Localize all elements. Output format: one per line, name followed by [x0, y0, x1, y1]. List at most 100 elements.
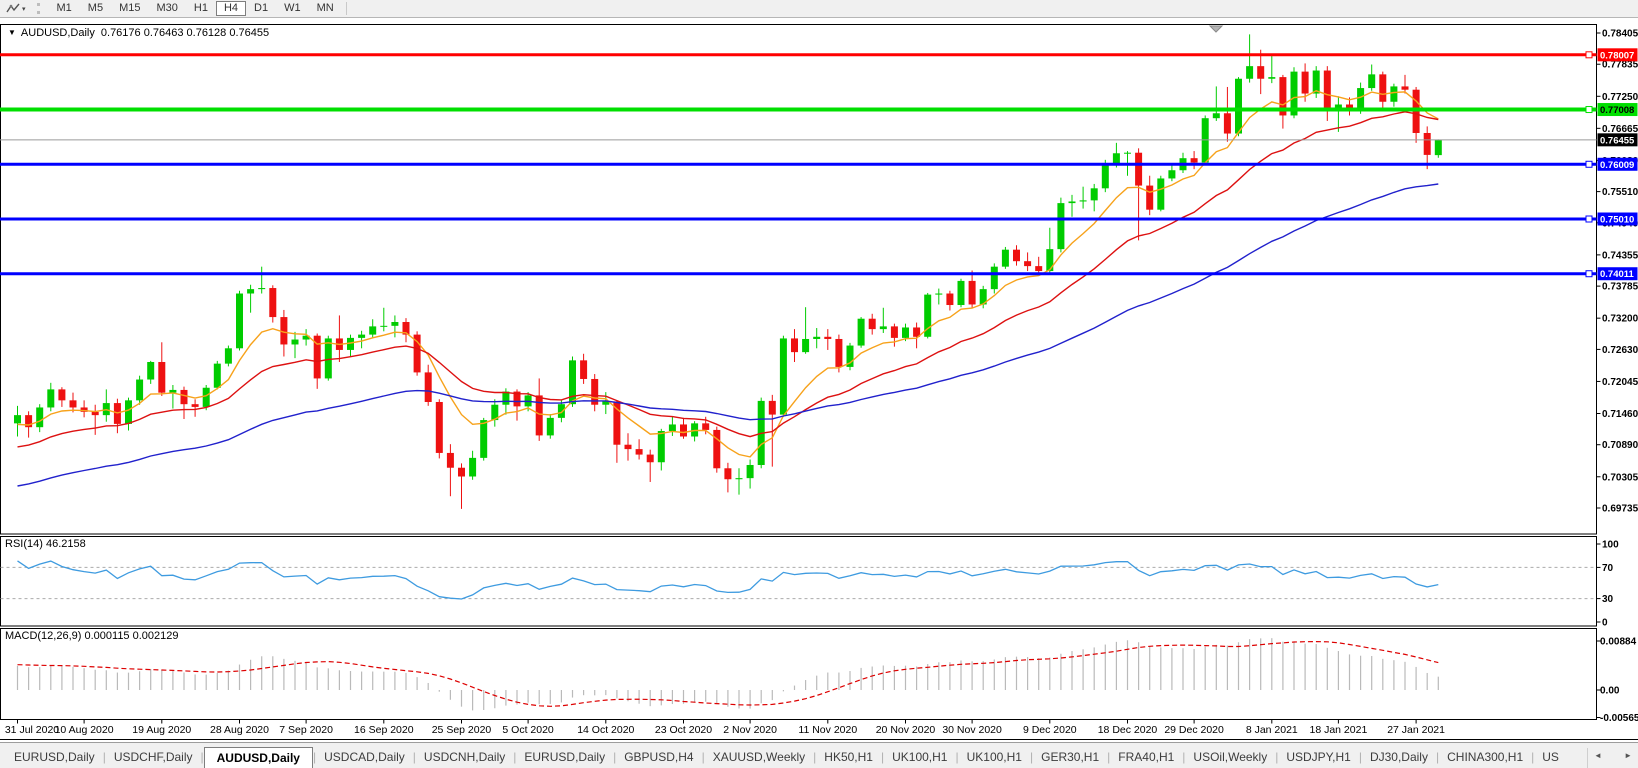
candle-body	[625, 445, 632, 449]
price-tick-label: 0.71460	[1602, 409, 1638, 420]
candle-body	[536, 395, 543, 435]
candle-body	[1379, 74, 1386, 101]
tab-scroll-right-icon[interactable]: ►	[1624, 751, 1632, 760]
candle-body	[469, 458, 476, 477]
chart-tab-FRA40-H1[interactable]: FRA40,H1	[1110, 747, 1182, 768]
chart-tab-EURUSD-Daily[interactable]: EURUSD,Daily	[6, 747, 103, 768]
chart-tab-HK50-H1[interactable]: HK50,H1	[816, 747, 881, 768]
price-tick-label: 0.78405	[1602, 29, 1638, 40]
candle-body	[47, 389, 54, 407]
chart-tab-UK100-H1[interactable]: UK100,H1	[884, 747, 955, 768]
candle-body	[1135, 153, 1142, 186]
candle-body	[1168, 170, 1175, 178]
chart-tab-CHINA300-H1[interactable]: CHINA300,H1	[1439, 747, 1531, 768]
candle-body	[358, 335, 365, 338]
chart-ohlc-values: 0.76176 0.76463 0.76128 0.76455	[101, 27, 269, 39]
timeframe-button-H4[interactable]: H4	[216, 1, 246, 16]
price-tick-label: 0.72630	[1602, 345, 1638, 356]
candle-body	[1191, 158, 1198, 162]
price-chart: 0.784050.778350.772500.766650.760800.755…	[0, 0, 1638, 768]
candle-body	[292, 340, 299, 345]
hline-handle[interactable]	[1586, 216, 1592, 222]
rsi-tick-label: 100	[1602, 540, 1619, 551]
macd-name: MACD(12,26,9)	[5, 630, 81, 642]
candle-body	[580, 360, 587, 379]
date-tick-label: 28 Aug 2020	[210, 724, 269, 736]
chart-tab-USDJPY-H1[interactable]: USDJPY,H1	[1278, 747, 1358, 768]
timeframe-button-W1[interactable]: W1	[276, 1, 309, 16]
timeframe-button-MN[interactable]: MN	[309, 1, 342, 16]
chart-tab-XAUUSD-Weekly[interactable]: XAUUSD,Weekly	[705, 747, 813, 768]
hline-handle[interactable]	[1586, 161, 1592, 167]
candle-body	[258, 288, 265, 289]
chart-tab-USOil-Weekly[interactable]: USOil,Weekly	[1185, 747, 1275, 768]
chart-symbol-label: AUDUSD,Daily	[21, 27, 95, 39]
macd-tick-label: 0.00	[1600, 686, 1620, 697]
rsi-pane	[1, 537, 1597, 627]
chart-tab-AUDUSD-Daily[interactable]: AUDUSD,Daily	[204, 747, 313, 768]
candle-body	[813, 337, 820, 339]
svg-text:0.75010: 0.75010	[1600, 215, 1634, 226]
chevron-down-icon[interactable]: ▾	[22, 5, 26, 13]
candle-body	[1257, 66, 1264, 79]
hline-handle[interactable]	[1586, 107, 1592, 113]
chart-tool-button[interactable]: ▾	[3, 1, 29, 16]
candle-body	[192, 404, 199, 407]
candle-body	[1268, 77, 1275, 79]
candle-body	[1069, 201, 1076, 203]
candle-body	[680, 424, 687, 436]
tab-scroll-left-icon[interactable]: ◄	[1594, 751, 1602, 760]
date-tick-label: 19 Aug 2020	[132, 724, 191, 736]
candle-body	[1246, 66, 1253, 79]
timeframe-button-M30[interactable]: M30	[148, 1, 185, 16]
date-tick-label: 29 Dec 2020	[1164, 724, 1224, 736]
toolbar-separator	[346, 2, 347, 15]
chart-tab-EURUSD-Daily[interactable]: EURUSD,Daily	[516, 747, 613, 768]
candle-body	[1046, 249, 1053, 271]
candle-body	[780, 338, 787, 414]
candle-body	[1057, 203, 1064, 249]
timeframe-button-M1[interactable]: M1	[49, 1, 80, 16]
candle-body	[214, 364, 221, 388]
chart-tab-UK100-H1[interactable]: UK100,H1	[959, 747, 1030, 768]
timeframe-button-M5[interactable]: M5	[80, 1, 111, 16]
candle-body	[869, 319, 876, 329]
hline-handle[interactable]	[1586, 52, 1592, 58]
toolbar-grip[interactable]	[37, 3, 43, 14]
candle-body	[425, 372, 432, 402]
date-tick-label: 9 Dec 2020	[1023, 724, 1077, 736]
collapse-triangle-icon[interactable]: ▼	[8, 28, 16, 37]
timeframe-button-D1[interactable]: D1	[246, 1, 276, 16]
candle-body	[547, 418, 554, 436]
candle-body	[391, 322, 398, 326]
macd-values: 0.000115 0.002129	[84, 630, 178, 642]
rsi-value: 46.2158	[46, 538, 86, 550]
bid-price-badge: 0.76455	[1598, 133, 1638, 146]
hline-handle[interactable]	[1586, 271, 1592, 277]
chart-tab-USDCAD-Daily[interactable]: USDCAD,Daily	[316, 747, 413, 768]
rsi-name: RSI(14)	[5, 538, 43, 550]
candle-body	[658, 431, 665, 462]
candle-body	[1124, 153, 1131, 154]
chart-tab-DJ30-Daily[interactable]: DJ30,Daily	[1362, 747, 1436, 768]
timeframe-button-H1[interactable]: H1	[186, 1, 216, 16]
timeframe-button-M15[interactable]: M15	[111, 1, 148, 16]
candle-body	[158, 362, 165, 393]
candle-body	[1157, 178, 1164, 209]
chart-tab-USDCHF-Daily[interactable]: USDCHF,Daily	[106, 747, 201, 768]
price-tick-label: 0.72045	[1602, 377, 1638, 388]
candle-body	[747, 465, 754, 478]
candle-body	[935, 294, 942, 295]
svg-text:0.74011: 0.74011	[1600, 269, 1635, 280]
date-tick-label: 18 Dec 2020	[1098, 724, 1158, 736]
chart-tab-US[interactable]: US	[1534, 747, 1567, 768]
candle-body	[902, 327, 909, 337]
rsi-tick-label: 0	[1602, 618, 1608, 629]
chart-tab-GER30-H1[interactable]: GER30,H1	[1033, 747, 1107, 768]
candle-body	[502, 392, 509, 405]
svg-text:0.76455: 0.76455	[1600, 135, 1635, 146]
price-tick-label: 0.70890	[1602, 440, 1638, 451]
date-tick-label: 27 Jan 2021	[1387, 724, 1445, 736]
chart-tab-USDCNH-Daily[interactable]: USDCNH,Daily	[416, 747, 513, 768]
chart-tab-GBPUSD-H4[interactable]: GBPUSD,H4	[616, 747, 701, 768]
